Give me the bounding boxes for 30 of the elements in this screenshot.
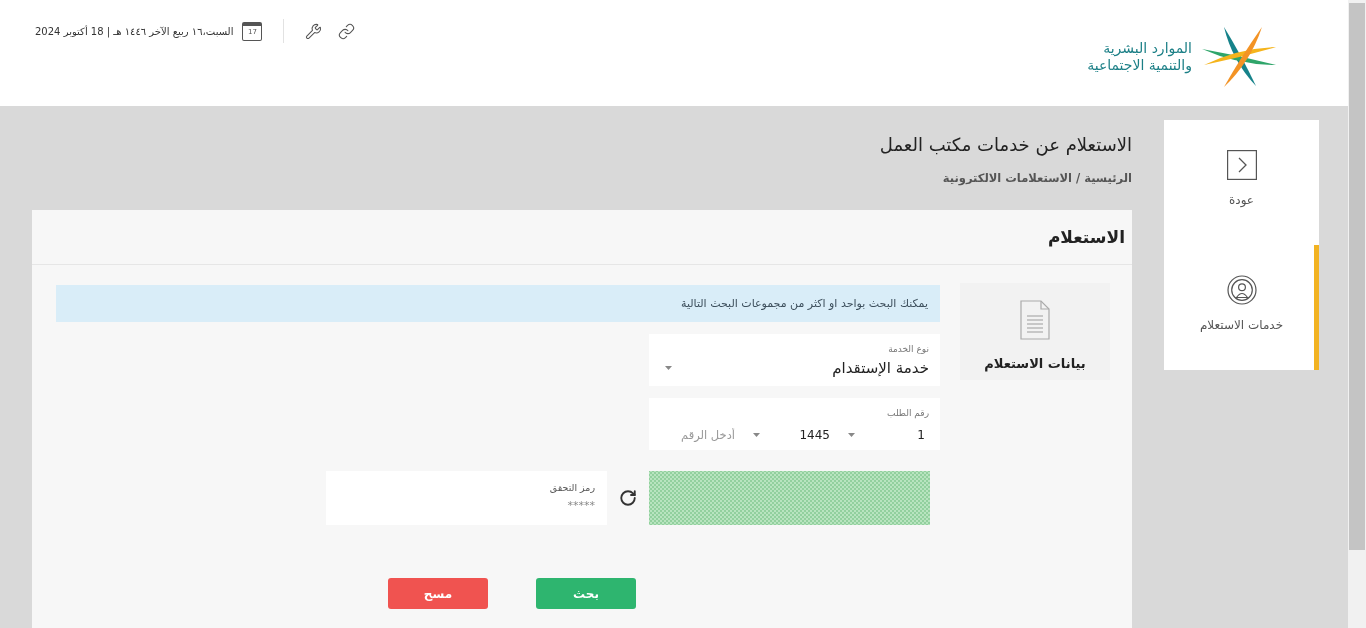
link-icon[interactable]	[338, 22, 356, 40]
dropdown-select[interactable]: 1	[834, 426, 929, 444]
sidebar-item[interactable]: عودة	[1164, 120, 1319, 245]
logo-text: الموارد البشرية	[1102, 39, 1192, 57]
field-label: رمز التحقق	[549, 481, 595, 495]
number-input[interactable]: أدخل الرقم	[660, 426, 739, 444]
sidebar-item[interactable]: خدمات الاستعلام	[1164, 245, 1319, 370]
dropdown-select[interactable]: 1445	[739, 426, 834, 444]
document-icon	[1020, 300, 1050, 340]
refresh-icon[interactable]	[619, 489, 637, 507]
page-title: الاستعلام عن خدمات مكتب العمل	[878, 133, 1132, 158]
logo-text: والتنمية الاجتماعية	[1087, 56, 1192, 74]
service-type-select[interactable]: نوع الخدمة خدمة الإستقدام	[649, 334, 940, 386]
info-alert: يمكنك البحث بواحد او اكثر من مجموعات البحث التالية	[56, 285, 940, 322]
caret-icon	[753, 433, 760, 437]
wrench-icon[interactable]	[305, 22, 323, 40]
person-signal-icon	[1226, 275, 1257, 305]
section-label: بيانات الاستعلام	[984, 355, 1086, 373]
select-value: خدمة الإستقدام	[832, 358, 929, 378]
field-label: نوع الخدمة	[888, 343, 929, 356]
breadcrumb: الرئيسية / الاستعلامات الالكترونية	[941, 170, 1132, 187]
panel-title: الاستعلام	[1047, 227, 1125, 247]
caret-icon	[848, 433, 855, 437]
captcha-field[interactable]: رمز التحقق *****	[326, 471, 607, 525]
field-label: رقم الطلب	[887, 407, 929, 420]
date-text: السبت،١٦ ربيع الآخر ١٤٤٦ هـ | 18 أكتوبر 2024	[35, 25, 234, 37]
scrollbar-thumb[interactable]	[1349, 3, 1365, 550]
chevron-right-icon	[1226, 150, 1257, 180]
captcha-input[interactable]: *****	[338, 498, 595, 514]
caret-icon	[665, 366, 672, 370]
